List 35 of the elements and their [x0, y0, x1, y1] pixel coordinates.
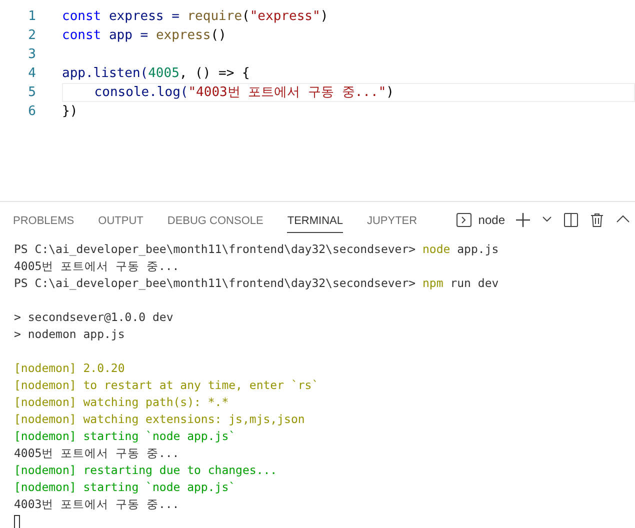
panel-tab[interactable]: DEBUG CONSOLE	[167, 208, 264, 232]
plus-icon[interactable]	[515, 212, 531, 228]
terminal-line: PS C:\ai_developer_bee\month11\frontend\day32\secondsever> node app.js	[14, 241, 499, 258]
split-icon[interactable]	[563, 212, 579, 228]
terminal-line: 4005번 포트에서 구동 중...	[14, 258, 180, 275]
code-line: const express = require("express")	[62, 8, 330, 26]
terminal-line: > nodemon app.js	[14, 326, 125, 343]
terminal-line: PS C:\ai_developer_bee\month11\frontend\day32\secondsever> npm run dev	[14, 275, 499, 292]
code-line: app.listen(4005, () => {	[62, 65, 251, 83]
code-line: })	[62, 103, 79, 121]
terminal-line: [nodemon] watching path(s): *.*	[14, 394, 229, 411]
line-number: 4	[27, 66, 37, 81]
terminal-line: [nodemon] to restart at any time, enter `rs`	[14, 377, 319, 394]
line-number: 6	[27, 104, 37, 119]
panel-tab[interactable]: OUTPUT	[98, 208, 144, 232]
terminal-shell-button[interactable]: node	[456, 212, 505, 228]
terminal-cursor	[14, 514, 20, 528]
trash-icon[interactable]	[589, 212, 605, 228]
panel-tab[interactable]: JUPYTER	[366, 208, 418, 232]
terminal-icon	[456, 212, 472, 228]
terminal-line: [nodemon] 2.0.20	[14, 360, 125, 377]
terminal-line: 4005번 포트에서 구동 중...	[14, 445, 180, 462]
terminal-line: 4003번 포트에서 구동 중...	[14, 496, 180, 513]
panel-tab[interactable]: PROBLEMS	[13, 208, 74, 232]
line-number: 5	[27, 85, 37, 100]
line-number: 3	[27, 47, 37, 62]
panel-tab[interactable]: TERMINAL	[287, 208, 343, 232]
code-line: const app = express()	[62, 27, 228, 45]
terminal-line: > secondsever@1.0.0 dev	[14, 309, 174, 326]
terminal-line: [nodemon] watching extensions: js,mjs,json	[14, 411, 305, 428]
terminal-line: [nodemon] starting `node app.js`	[14, 428, 236, 445]
terminal-line: [nodemon] restarting due to changes...	[14, 462, 278, 479]
line-number: 2	[27, 28, 37, 43]
line-number: 1	[27, 9, 37, 24]
terminal-line: [nodemon] starting `node app.js`	[14, 479, 236, 496]
